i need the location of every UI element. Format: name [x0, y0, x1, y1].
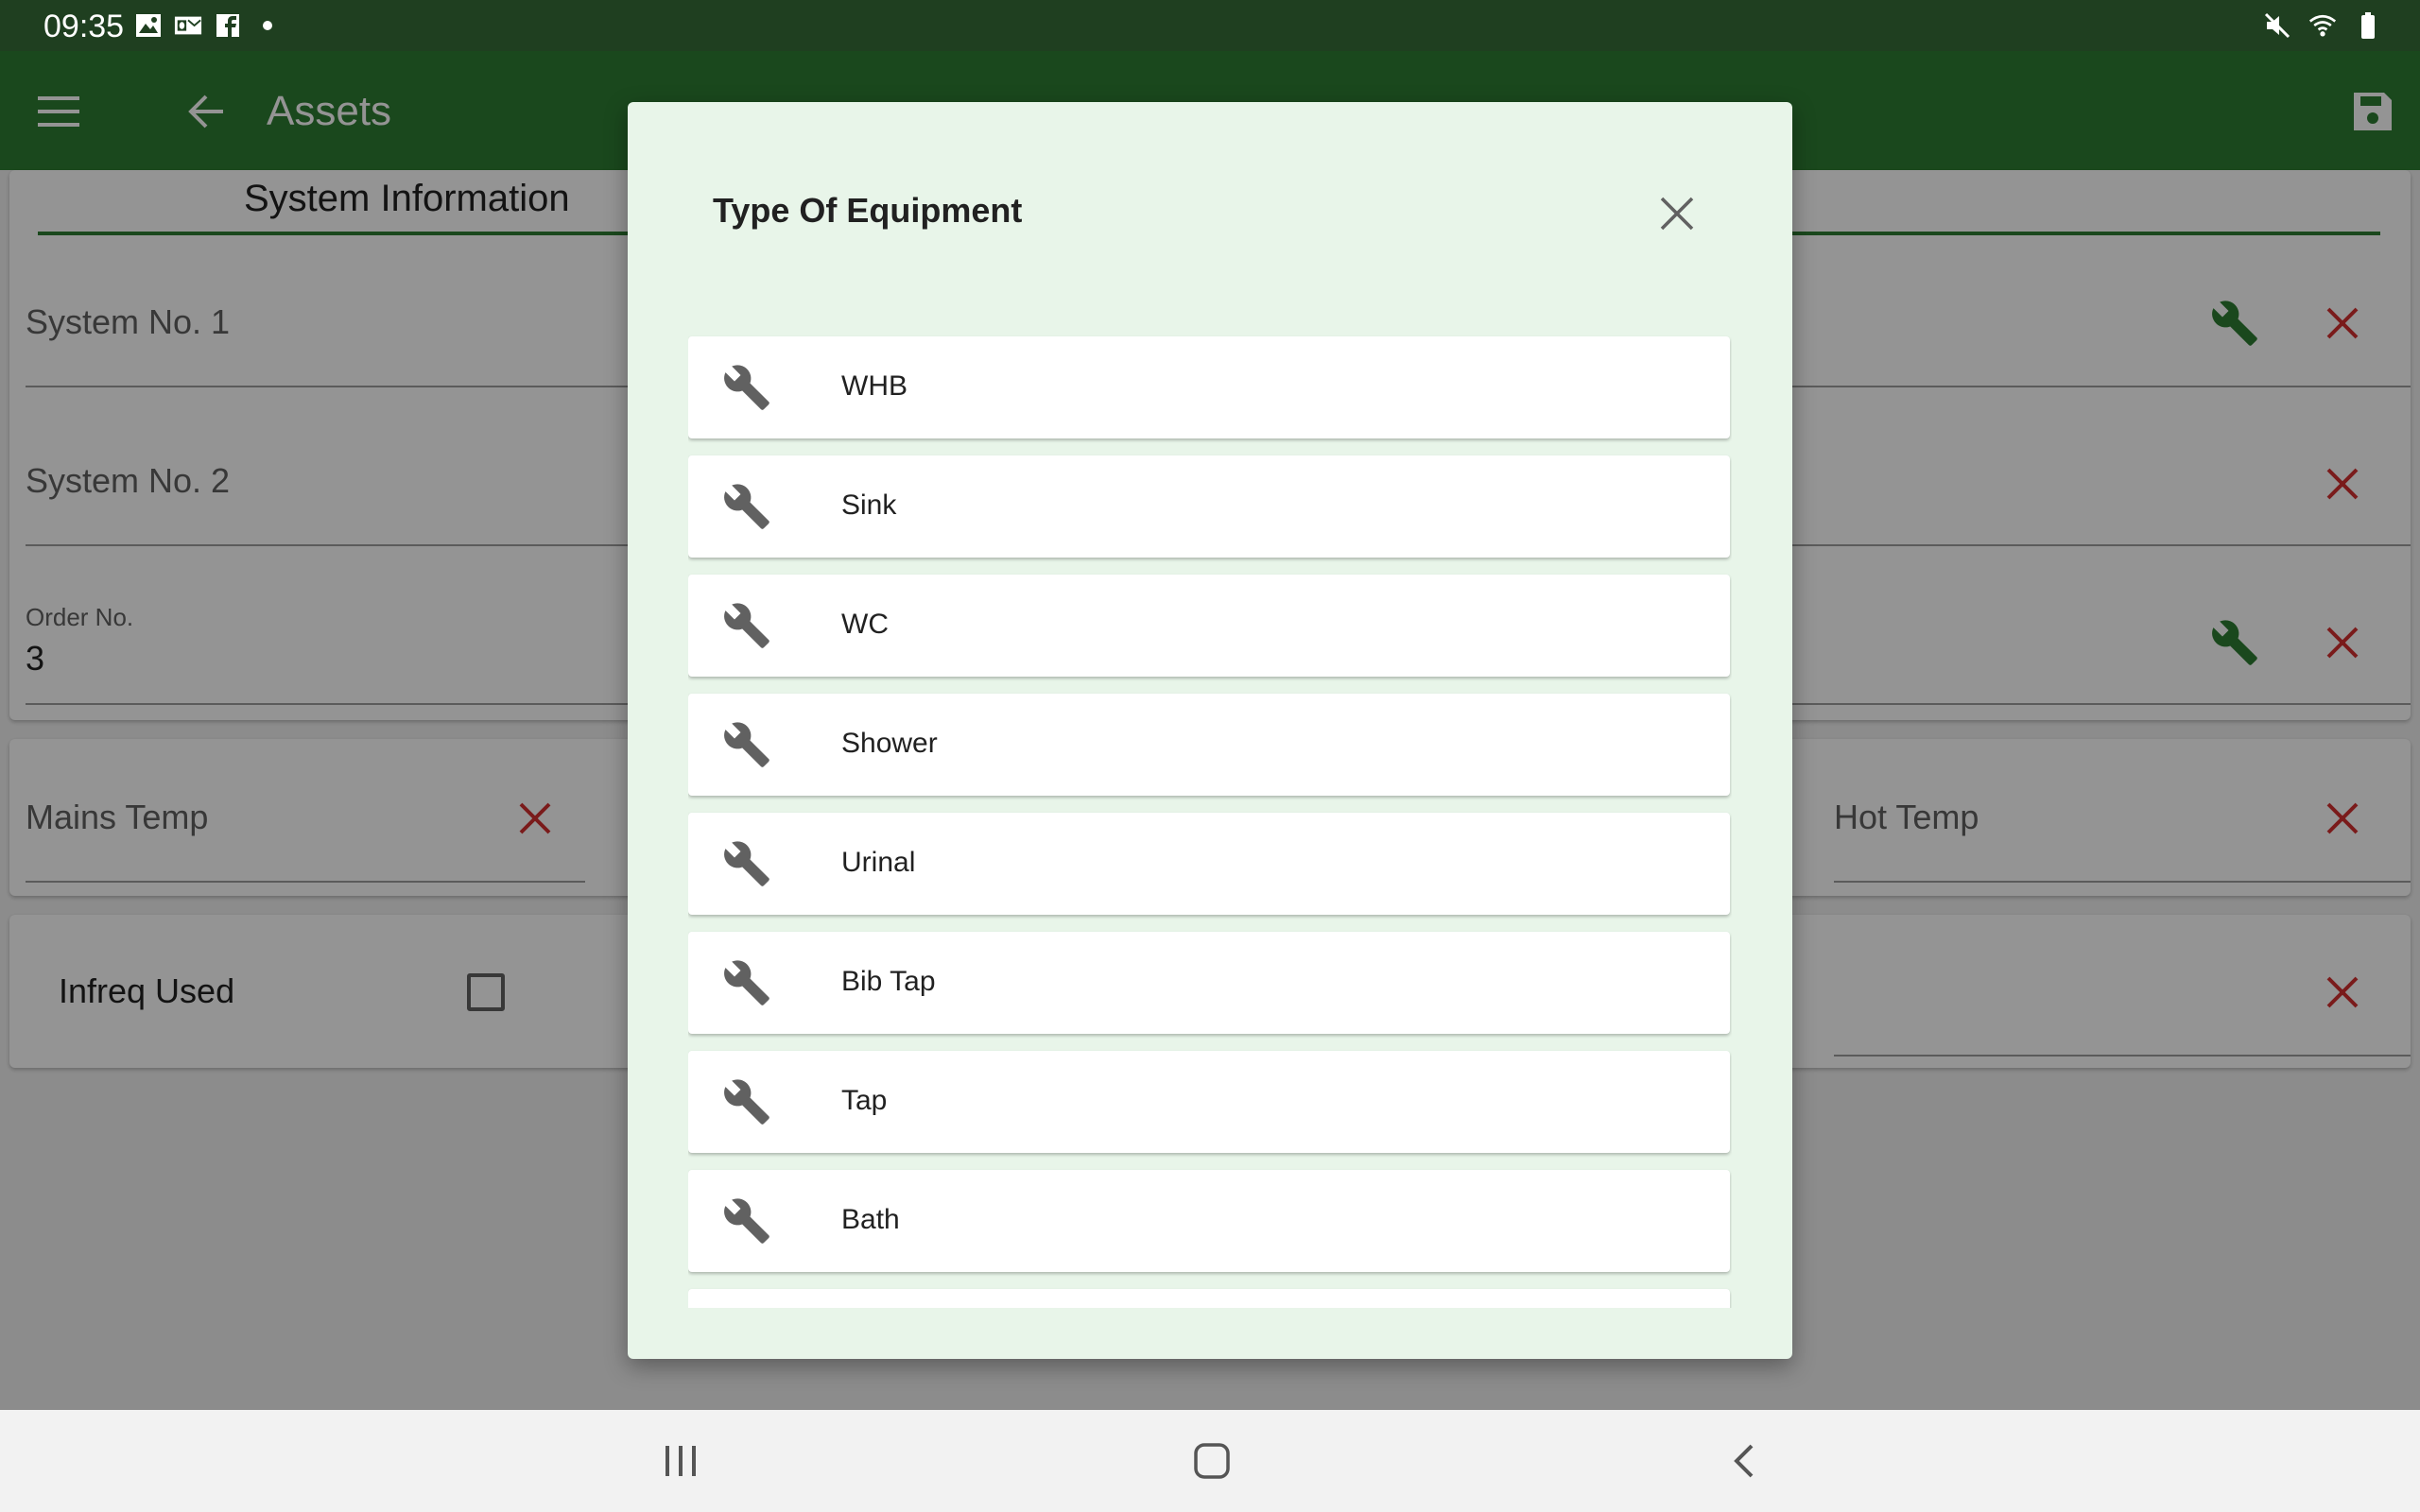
wrench-icon — [720, 956, 773, 1009]
option-bib-tap[interactable]: Bib Tap — [688, 932, 1730, 1034]
system-nav-bar — [0, 1410, 2420, 1512]
option-label: WC — [841, 609, 889, 640]
recent-apps-button[interactable] — [652, 1433, 709, 1489]
dialog-title: Type Of Equipment — [713, 191, 1023, 230]
option-label: WHB — [841, 370, 908, 402]
image-icon — [134, 11, 163, 40]
option-label: Bath — [841, 1204, 900, 1235]
option-sink[interactable]: Sink — [688, 455, 1730, 558]
option-urinal[interactable]: Urinal — [688, 813, 1730, 915]
wrench-icon — [720, 837, 773, 890]
back-icon — [1734, 1444, 1754, 1478]
option-label: Urinal — [841, 847, 916, 878]
wrench-icon — [720, 599, 773, 652]
option-bath[interactable]: Bath — [688, 1170, 1730, 1272]
wrench-icon — [720, 718, 773, 771]
option-wc[interactable]: WC — [688, 575, 1730, 677]
status-bar: 09:35 — [0, 0, 2420, 51]
option-shower[interactable]: Shower — [688, 694, 1730, 796]
dialog-close-button[interactable] — [1651, 187, 1703, 240]
recent-apps-icon — [666, 1446, 696, 1476]
home-icon — [1194, 1443, 1230, 1479]
close-icon — [1660, 197, 1694, 231]
option-label: Sink — [841, 490, 897, 521]
option-tap[interactable]: Tap — [688, 1051, 1730, 1153]
outlook-icon — [174, 11, 202, 40]
option-partial[interactable] — [688, 1289, 1730, 1308]
type-of-equipment-dialog: Type Of Equipment WHB Sink WC Shower Uri… — [628, 102, 1792, 1359]
wrench-icon — [720, 1075, 773, 1128]
wifi-icon — [2308, 11, 2337, 40]
option-label: Tap — [841, 1085, 888, 1116]
nav-back-button[interactable] — [1715, 1433, 1772, 1489]
option-label: Bib Tap — [841, 966, 936, 997]
home-button[interactable] — [1184, 1433, 1240, 1489]
system-status-icons — [2263, 11, 2382, 40]
notification-icons — [134, 11, 282, 40]
facebook-icon — [214, 11, 242, 40]
mute-icon — [2263, 11, 2291, 40]
status-time: 09:35 — [43, 9, 125, 44]
battery-icon — [2354, 11, 2382, 40]
option-whb[interactable]: WHB — [688, 336, 1730, 438]
equipment-option-list[interactable]: WHB Sink WC Shower Urinal Bib Tap Tap Ba… — [688, 329, 1732, 1308]
wrench-icon — [720, 1194, 773, 1247]
dot-icon — [253, 11, 282, 40]
wrench-icon — [720, 480, 773, 533]
wrench-icon — [720, 361, 773, 414]
option-label: Shower — [841, 728, 938, 759]
